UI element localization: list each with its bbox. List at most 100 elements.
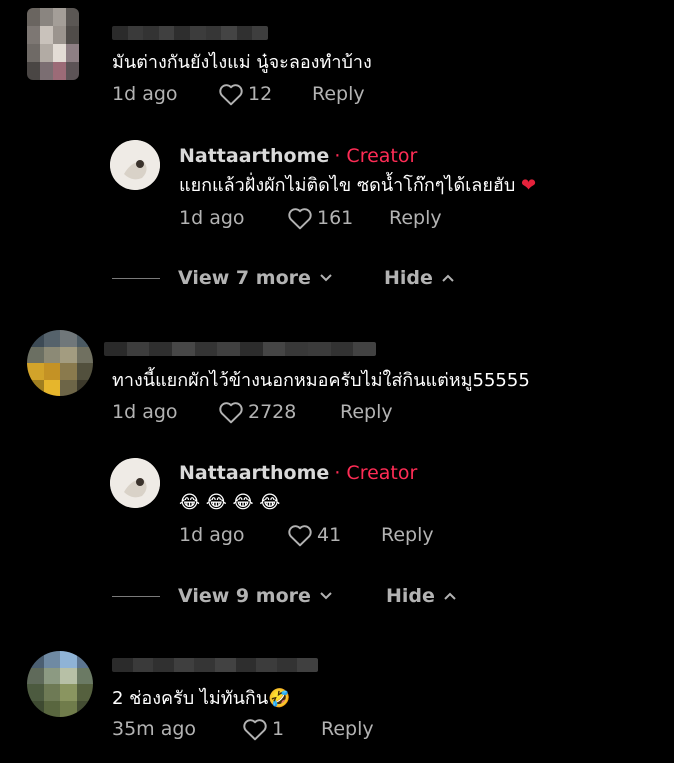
avatar-pixel <box>27 8 40 26</box>
username-blur-block <box>153 658 174 672</box>
avatar-pixel <box>66 44 79 62</box>
username-blur-block <box>308 342 331 356</box>
blurred-username[interactable] <box>112 658 318 672</box>
reply-header: Nattaarthome · Creator <box>179 462 417 484</box>
username-blur-block <box>252 26 268 40</box>
username-blur-block <box>143 26 159 40</box>
reply-text: แยกแล้วฝั่งผักไม่ติดไข ซดน้ำโก๊กๆได้เลยฮ… <box>179 175 536 197</box>
username-blur-block <box>127 26 144 40</box>
username-blur-block <box>158 26 175 40</box>
avatar-pixel <box>27 26 40 44</box>
heart-icon <box>288 208 312 230</box>
username-blur-block <box>194 658 215 672</box>
reply-author[interactable]: Nattaarthome <box>179 462 329 484</box>
username-blur-block <box>285 342 309 356</box>
like-button[interactable]: 1 <box>242 717 321 741</box>
comment-text: ทางนี้แยกผักไว้ข้างนอกหมอครับไม่ใส่กินแต… <box>112 370 530 391</box>
avatar-pixel <box>66 62 79 80</box>
creator-avatar[interactable] <box>110 458 160 508</box>
creator-badge: · Creator <box>334 145 418 167</box>
hide-button[interactable]: Hide <box>384 267 455 289</box>
divider-line <box>112 595 160 597</box>
like-button[interactable]: 41 <box>287 523 381 547</box>
like-count: 161 <box>317 207 354 229</box>
username-blur-block <box>330 342 354 356</box>
username-blur-block <box>194 342 218 356</box>
view-more-label: View 7 more <box>178 267 311 289</box>
avatar-pixel <box>43 330 60 347</box>
reply-button[interactable]: Reply <box>381 524 434 546</box>
username-blur-block <box>214 658 236 672</box>
blurred-username[interactable] <box>112 26 268 40</box>
reply-button[interactable]: Reply <box>340 401 393 423</box>
avatar-pixel <box>27 379 44 396</box>
like-count: 1 <box>272 718 285 740</box>
username-blur-block <box>236 26 253 40</box>
reply-text: 😂 😂 😂 😂 <box>179 492 281 513</box>
avatar-pixel <box>76 363 93 380</box>
comment-time: 1d ago <box>112 401 178 423</box>
avatar-pixel <box>76 346 93 363</box>
username-blur-block <box>112 26 128 40</box>
like-button[interactable]: 12 <box>218 82 312 106</box>
comment-time: 35m ago <box>112 718 197 740</box>
reply-text-body: แยกแล้วฝั่งผักไม่ติดไข ซดน้ำโก๊กๆได้เลยฮ… <box>179 175 516 196</box>
avatar-pixel <box>27 330 44 347</box>
chevron-up-icon <box>444 592 456 600</box>
avatar-pixel <box>76 330 93 347</box>
username-blur-block <box>256 658 277 672</box>
avatar-pixel <box>40 26 53 44</box>
reply-author[interactable]: Nattaarthome <box>179 145 329 167</box>
username-blur-block <box>112 658 133 672</box>
creator-avatar-image <box>110 140 160 190</box>
avatar-pixel <box>60 346 77 363</box>
username-blur-block <box>297 658 318 672</box>
avatar-pixel <box>53 8 66 26</box>
like-count: 2728 <box>248 401 297 423</box>
username-blur-block <box>240 342 263 356</box>
avatar-pixel <box>43 379 60 396</box>
view-more-button[interactable]: View 9 more <box>178 585 386 607</box>
avatar-pixel <box>60 667 77 684</box>
heart-icon <box>219 402 243 424</box>
commenter-avatar[interactable] <box>27 8 79 80</box>
view-more-button[interactable]: View 7 more <box>178 267 384 289</box>
avatar-pixel <box>27 346 44 363</box>
like-button[interactable]: 2728 <box>218 400 340 424</box>
heart-icon <box>288 525 312 547</box>
commenter-avatar[interactable] <box>27 330 93 396</box>
hide-button[interactable]: Hide <box>386 585 457 607</box>
avatar-pixel <box>40 62 53 80</box>
avatar-pixel <box>60 330 77 347</box>
avatar-pixel <box>27 62 40 80</box>
avatar-pixel <box>76 667 93 684</box>
like-button[interactable]: 161 <box>287 206 389 230</box>
avatar-pixel <box>60 379 77 396</box>
comment-meta: 35m ago 1 Reply <box>112 717 374 741</box>
avatar-pixel <box>53 62 66 80</box>
reply-button[interactable]: Reply <box>321 718 374 740</box>
username-blur-block <box>126 342 150 356</box>
username-blur-block <box>189 26 206 40</box>
commenter-avatar[interactable] <box>27 651 93 717</box>
reply-button[interactable]: Reply <box>389 207 442 229</box>
comment-text: 2 ช่องครับ ไม่ทันกิน🤣 <box>112 688 291 709</box>
divider-line <box>112 277 160 279</box>
blurred-username[interactable] <box>104 342 376 356</box>
replies-controls: View 7 more Hide <box>112 267 455 289</box>
replies-controls: View 9 more Hide <box>112 585 457 607</box>
chevron-down-icon <box>320 274 332 282</box>
avatar-pixel <box>53 26 66 44</box>
avatar-pixel <box>60 651 77 668</box>
avatar-pixel <box>43 684 60 701</box>
creator-avatar[interactable] <box>110 140 160 190</box>
avatar-pixel <box>60 700 77 717</box>
reply-button[interactable]: Reply <box>312 83 365 105</box>
view-more-label: View 9 more <box>178 585 311 607</box>
username-blur-block <box>353 342 376 356</box>
like-count: 12 <box>248 83 273 105</box>
username-blur-block <box>217 342 241 356</box>
avatar-pixel <box>40 44 53 62</box>
hide-label: Hide <box>384 267 433 289</box>
avatar-pixel <box>27 684 44 701</box>
